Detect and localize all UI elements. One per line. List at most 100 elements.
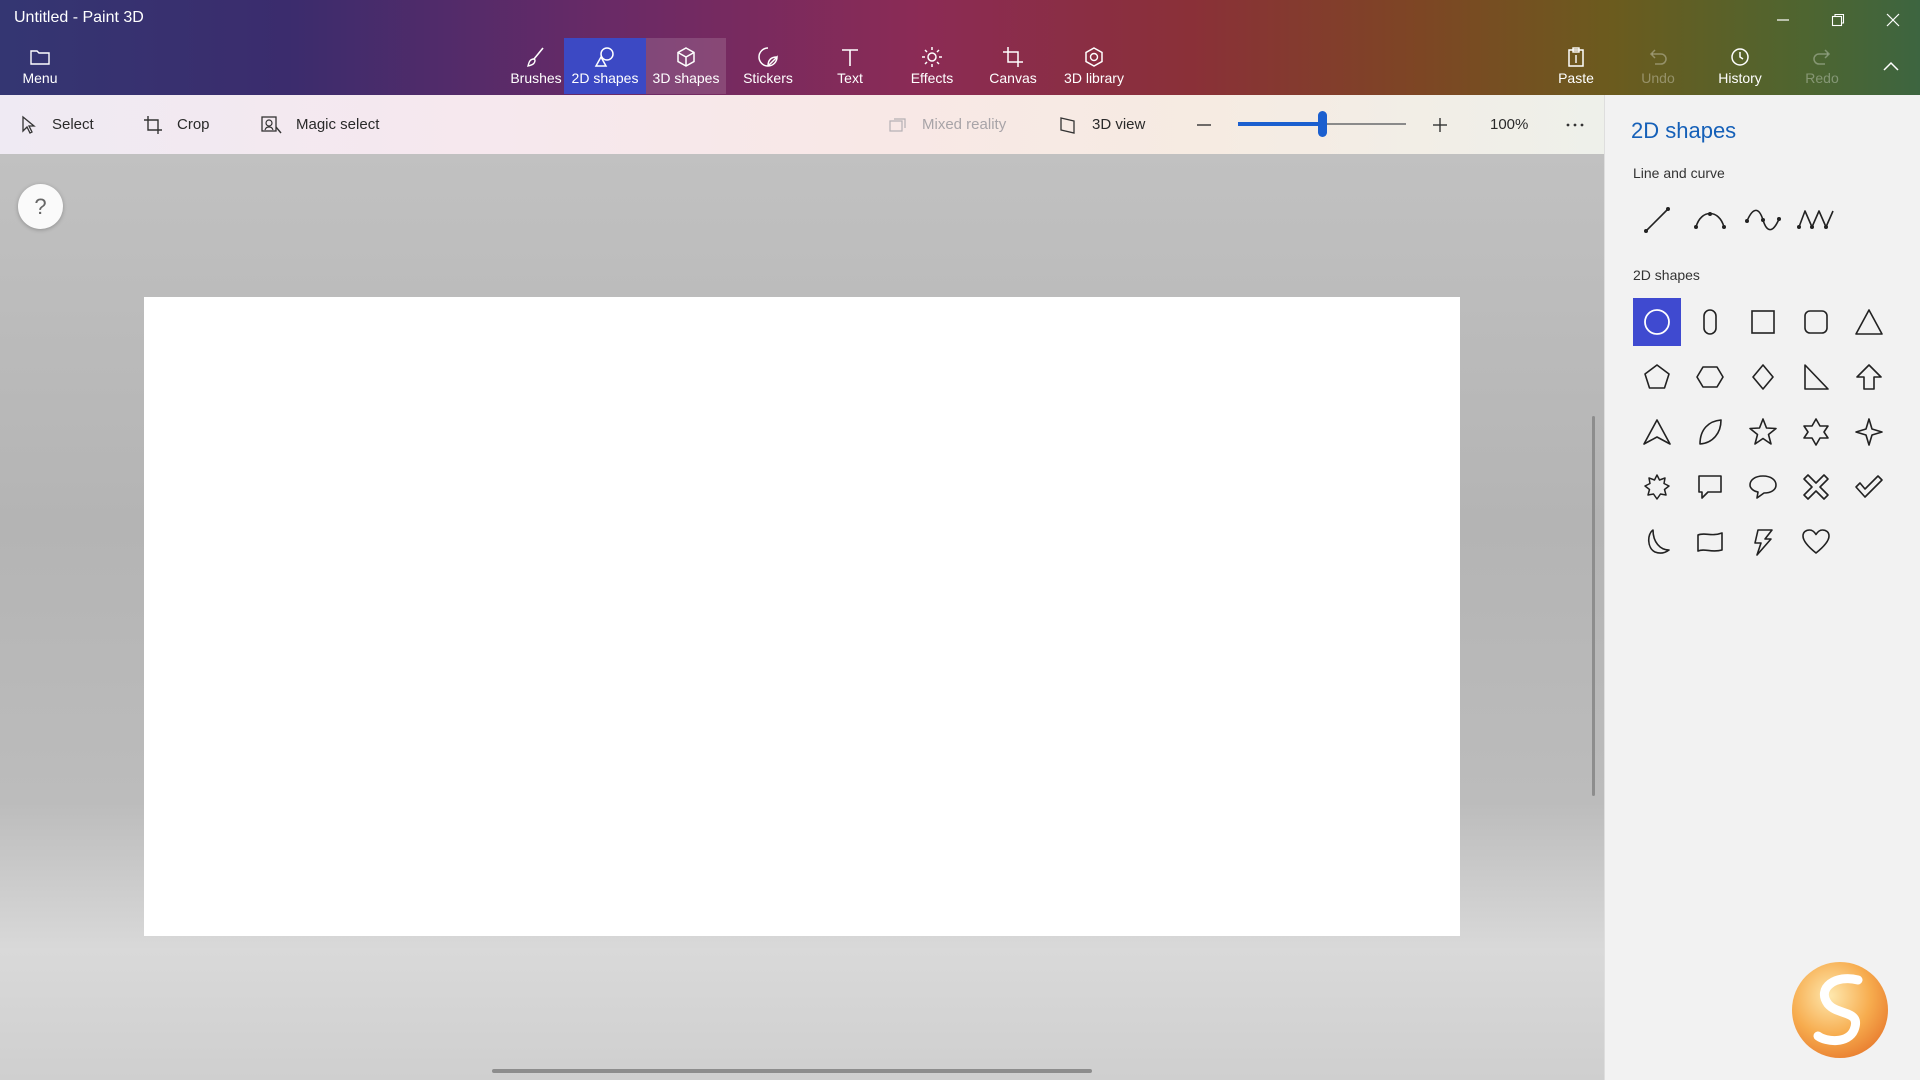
leaf-tool[interactable]	[1686, 408, 1734, 456]
magic-select-icon	[261, 115, 282, 133]
line-tool[interactable]	[1633, 196, 1681, 244]
s-curve-tool[interactable]	[1739, 196, 1787, 244]
magic-select-tool[interactable]: Magic select	[260, 95, 379, 154]
chevron-up-icon	[1883, 61, 1899, 71]
tab-stickers[interactable]: Stickers	[728, 38, 808, 94]
circle-tool[interactable]	[1633, 298, 1681, 346]
collapse-ribbon-button[interactable]	[1868, 52, 1914, 80]
tab-label: 3D library	[1064, 70, 1124, 86]
hexagon-tool[interactable]	[1686, 353, 1734, 401]
tab-canvas[interactable]: Canvas	[973, 38, 1053, 94]
right-triangle-icon	[1804, 364, 1829, 390]
help-button[interactable]: ?	[18, 184, 63, 229]
menu-label: Menu	[22, 70, 58, 86]
tab-label: 3D shapes	[652, 70, 720, 86]
crop-icon	[144, 115, 162, 134]
redo-button[interactable]: Redo	[1782, 38, 1862, 94]
pentagon-tool[interactable]	[1633, 353, 1681, 401]
crop-label: Crop	[177, 116, 210, 133]
restore-button[interactable]	[1815, 6, 1861, 34]
triangle-tool[interactable]	[1845, 298, 1893, 346]
arrow-up-tool[interactable]	[1845, 353, 1893, 401]
mixed-reality-label: Mixed reality	[922, 116, 1007, 133]
chevron-tool[interactable]	[1633, 408, 1681, 456]
square-tool[interactable]	[1739, 298, 1787, 346]
title-and-ribbon-bar: Untitled - Paint 3D Menu Brushes 2D shap…	[0, 0, 1920, 95]
watermark-logo-icon	[1792, 962, 1888, 1058]
hexagon-icon	[1696, 366, 1724, 388]
2d-shapes-icon	[594, 47, 614, 67]
undo-icon	[1649, 49, 1667, 65]
tab-label: 2D shapes	[571, 70, 639, 86]
line-icon	[1644, 207, 1670, 233]
undo-button[interactable]: Undo	[1618, 38, 1698, 94]
more-icon	[1566, 123, 1584, 126]
magic-select-label: Magic select	[296, 116, 380, 133]
select-tool[interactable]: Select	[20, 95, 94, 154]
right-triangle-tool[interactable]	[1792, 353, 1840, 401]
3d-view-button[interactable]: 3D view	[1058, 95, 1145, 154]
banner-tool[interactable]	[1686, 518, 1734, 566]
zoom-slider[interactable]	[1238, 111, 1406, 137]
zoom-out-button[interactable]	[1192, 95, 1216, 154]
tab-3d-library[interactable]: 3D library	[1053, 38, 1135, 94]
rounded-square-icon	[1804, 310, 1828, 334]
tab-label: Text	[837, 70, 863, 86]
star-4-tool[interactable]	[1845, 408, 1893, 456]
vertical-scrollbar[interactable]	[1592, 416, 1595, 796]
redo-label: Redo	[1805, 70, 1839, 86]
tab-2d-shapes[interactable]: 2D shapes	[564, 38, 646, 94]
zoom-in-button[interactable]	[1428, 95, 1452, 154]
menu-button[interactable]: Menu	[14, 40, 66, 90]
triangle-icon	[1855, 309, 1883, 335]
speech-bubble-tool[interactable]	[1686, 463, 1734, 511]
rounded-square-tool[interactable]	[1792, 298, 1840, 346]
thought-bubble-tool[interactable]	[1739, 463, 1787, 511]
burst-icon	[1644, 474, 1670, 500]
tab-text[interactable]: Text	[810, 38, 890, 94]
checkmark-tool[interactable]	[1845, 463, 1893, 511]
moon-tool[interactable]	[1633, 518, 1681, 566]
six-point-star-icon	[1803, 418, 1829, 446]
restore-icon	[1831, 13, 1845, 27]
speech-bubble-icon	[1698, 475, 1722, 499]
tab-label: Canvas	[989, 70, 1037, 86]
x-shape-tool[interactable]	[1792, 463, 1840, 511]
arrow-up-icon	[1856, 364, 1882, 390]
curve-tool[interactable]	[1686, 196, 1734, 244]
more-options-button[interactable]	[1560, 95, 1590, 154]
line-curve-section-label: Line and curve	[1633, 165, 1725, 181]
mixed-reality-button[interactable]: Mixed reality	[888, 95, 1006, 154]
four-point-star-icon	[1855, 418, 1883, 446]
horizontal-scrollbar[interactable]	[492, 1069, 1092, 1073]
curve-icon	[1694, 212, 1726, 229]
star-6-tool[interactable]	[1792, 408, 1840, 456]
burst-tool[interactable]	[1633, 463, 1681, 511]
mixed-reality-icon	[889, 117, 906, 132]
zoom-level[interactable]: 100%	[1490, 95, 1528, 154]
capsule-tool[interactable]	[1686, 298, 1734, 346]
wave-tool[interactable]	[1792, 196, 1840, 244]
sticker-icon	[758, 47, 778, 67]
redo-icon	[1813, 49, 1831, 65]
panel-title: 2D shapes	[1631, 118, 1737, 143]
text-icon	[842, 49, 858, 66]
lightning-tool[interactable]	[1739, 518, 1787, 566]
heart-tool[interactable]	[1792, 518, 1840, 566]
tab-3d-shapes[interactable]: 3D shapes	[646, 38, 726, 94]
brush-icon	[527, 47, 544, 67]
minimize-button[interactable]	[1760, 6, 1806, 34]
crop-tool[interactable]: Crop	[143, 95, 210, 154]
history-button[interactable]: History	[1700, 38, 1780, 94]
x-shape-icon	[1803, 474, 1829, 500]
paste-button[interactable]: Paste	[1536, 38, 1616, 94]
close-button[interactable]	[1870, 6, 1916, 34]
question-mark-icon: ?	[34, 193, 47, 219]
minimize-icon	[1777, 19, 1789, 21]
diamond-tool[interactable]	[1739, 353, 1787, 401]
star-5-tool[interactable]	[1739, 408, 1787, 456]
tab-effects[interactable]: Effects	[891, 38, 973, 94]
zoom-slider-thumb[interactable]	[1318, 111, 1327, 137]
diamond-icon	[1752, 364, 1774, 390]
drawing-canvas[interactable]	[144, 297, 1460, 936]
